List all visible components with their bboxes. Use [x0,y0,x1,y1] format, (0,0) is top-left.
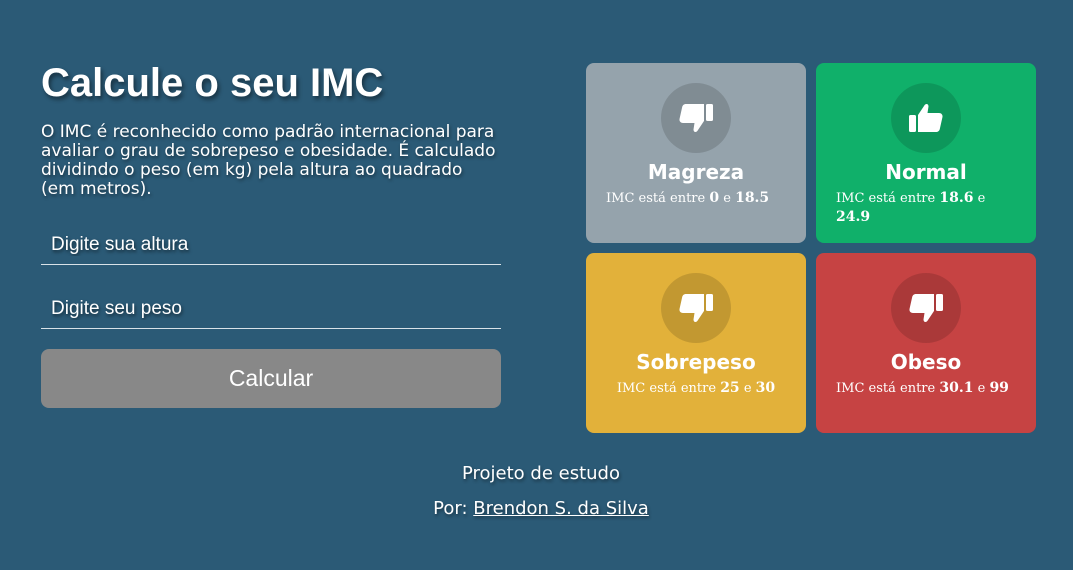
height-input[interactable] [41,225,501,265]
author-link[interactable]: Brendon S. da Silva [473,498,649,519]
range-min: 18.6 [939,190,974,206]
card-range: IMC está entre 0 e 18.5 [606,190,770,206]
range-max: 30 [755,380,776,396]
thumbs-down-icon [661,83,731,153]
calculate-button[interactable]: Calcular [41,349,501,408]
weight-input[interactable] [41,289,501,329]
range-min: 30.1 [939,380,974,396]
card-range: IMC está entre 18.6 e 24.9 [836,190,986,225]
page-description: O IMC é reconhecido como padrão internac… [41,122,496,199]
card-range: IMC está entre 25 e 30 [616,380,776,396]
range-max: 18.5 [735,190,770,206]
card-title: Normal [885,160,967,184]
card-range: IMC está entre 30.1 e 99 [836,380,1009,396]
card-title: Magreza [647,160,745,184]
calculator-panel: Calcule o seu IMC O IMC é reconhecido co… [41,58,501,408]
card-obeso: Obeso IMC está entre 30.1 e 99 [816,253,1036,433]
bmi-categories: Magreza IMC está entre 0 e 18.5 Normal I… [586,63,1036,433]
card-title: Sobrepeso [636,350,756,374]
card-sobrepeso: Sobrepeso IMC está entre 25 e 30 [586,253,806,433]
range-min: 0 [709,190,720,206]
by-label: Por: [433,498,468,519]
range-max: 24.9 [836,209,871,225]
thumbs-down-icon [891,273,961,343]
thumbs-up-icon [891,83,961,153]
card-title: Obeso [890,350,962,374]
author-line: Por: Brendon S. da Silva [0,497,1073,521]
thumbs-down-icon [661,273,731,343]
page-title: Calcule o seu IMC [41,61,384,105]
card-normal: Normal IMC está entre 18.6 e 24.9 [816,63,1036,243]
range-max: 99 [989,380,1009,396]
project-label: Projeto de estudo [461,463,620,484]
footer: Projeto de estudo Por: Brendon S. da Sil… [0,462,1073,521]
range-min: 25 [720,380,740,396]
card-magreza: Magreza IMC está entre 0 e 18.5 [586,63,806,243]
